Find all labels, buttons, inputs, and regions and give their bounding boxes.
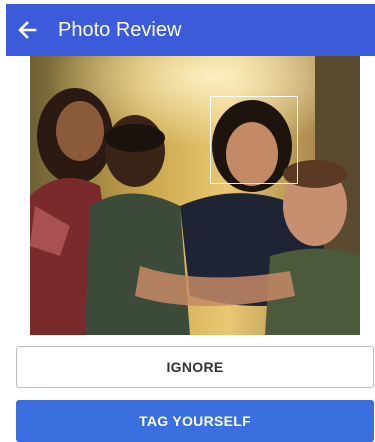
face-detection-box[interactable] (210, 96, 298, 184)
group-photo (30, 56, 360, 335)
page-title: Photo Review (58, 19, 182, 41)
photo-image (30, 56, 360, 335)
photo-review-screen: Photo Review IGNORE TAG YOURSELF (0, 0, 375, 442)
app-bar: Photo Review (6, 4, 375, 56)
ignore-button[interactable]: IGNORE (16, 346, 374, 388)
arrow-left-icon[interactable] (17, 20, 37, 40)
tag-yourself-button[interactable]: TAG YOURSELF (16, 400, 374, 442)
